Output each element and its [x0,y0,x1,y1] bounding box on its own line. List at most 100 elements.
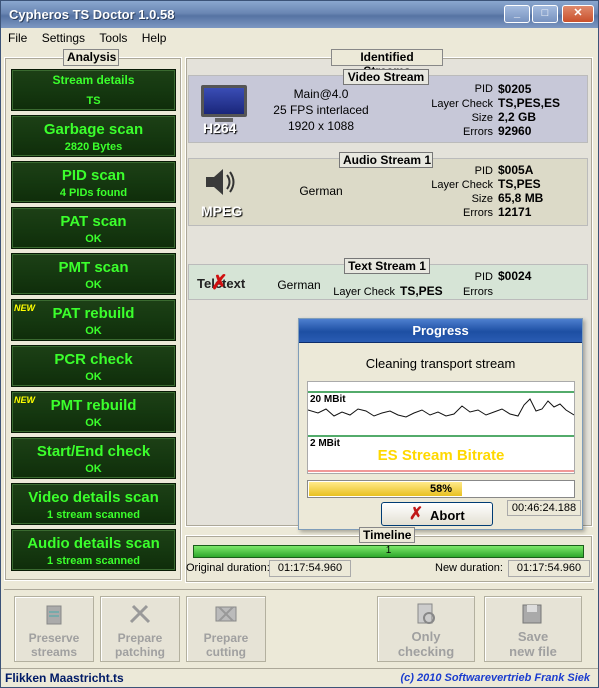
progress-bar: 58% [307,480,575,498]
progress-percent: 58% [429,483,453,495]
text-pid-label: PID [474,271,493,283]
analysis-button-title: PCR check [54,351,133,368]
original-duration-label: Original duration: [186,562,270,574]
preserve-streams-button[interactable]: Preserve streams [14,596,94,662]
bitrate-graph: 20 MBit 2 MBit ES Stream Bitrate [307,381,575,474]
analysis-button-result: TS [86,95,101,107]
audio-errors: 12171 [498,205,532,219]
analysis-button-result: OK [85,371,102,383]
video-pid-label: PID [474,83,493,95]
abort-icon: ✗ [409,504,424,523]
bitrate-line [307,398,575,418]
analysis-button[interactable]: Garbage scan 2820 Bytes [11,115,176,157]
window-title: Cypheros TS Doctor 1.0.58 [9,7,175,22]
patching-label-1: Prepare [117,631,163,645]
audio-layer-label: Layer Check [431,179,493,191]
film-cut-icon [213,602,239,626]
audio-codec: MPEG [201,203,243,219]
save-label-2: new file [509,644,557,659]
video-fps: 25 FPS interlaced [273,103,369,117]
new-duration-label: New duration: [435,562,503,574]
text-stream-panel[interactable]: Text Stream 1 Teletext ✗ German Layer Ch… [188,258,588,300]
abort-button[interactable]: ✗ Abort [381,502,493,526]
maximize-button[interactable]: □ [532,5,558,23]
preserve-label-1: Preserve [28,631,80,645]
video-errors: 92960 [498,124,532,138]
analysis-button[interactable]: Audio details scan 1 stream scanned [11,529,176,571]
analysis-button-title: Start/End check [36,443,151,460]
video-size-label: Size [471,112,493,124]
analysis-button-title: Garbage scan [43,121,144,138]
audio-size: 65,8 MB [498,191,544,205]
save-file-icon [520,602,546,626]
analysis-button[interactable]: PID scan 4 PIDs found [11,161,176,203]
prepare-patching-button[interactable]: Prepare patching [100,596,180,662]
analysis-button-result: OK [85,233,102,245]
analysis-button[interactable]: PMT scan OK [11,253,176,295]
analysis-button-title: PID scan [61,167,126,184]
progress-message: Cleaning transport stream [365,356,516,371]
video-layer: TS,PES,ES [498,96,561,110]
graph-caption: ES Stream Bitrate [377,447,505,464]
elapsed-time: 00:46:24.188 [507,500,581,516]
analysis-button-result: OK [85,279,102,291]
menu-help[interactable]: Help [138,28,171,45]
video-profile: Main@4.0 [293,87,349,101]
streams-label: Identified Streams [331,49,443,78]
analysis-button[interactable]: Stream details TS [11,69,176,111]
audio-pid: $005A [498,163,534,177]
analysis-button[interactable]: Video details scan 1 stream scanned [11,483,176,525]
cutting-label-2: cutting [206,645,246,659]
status-copyright: (c) 2010 Softwarevertrieb Frank Siek [400,672,590,684]
menu-settings[interactable]: Settings [38,28,89,45]
text-layer-label: Layer Check [333,286,395,298]
analysis-button-result: OK [85,325,102,337]
status-bar: Flikken Maastricht.ts (c) 2010 Softwarev… [1,668,598,687]
cutting-label-1: Prepare [203,631,249,645]
audio-stream-panel[interactable]: Audio Stream 1 MPEG German PID $005A Lay… [188,152,588,226]
divider [4,589,594,590]
analysis-button-result: OK [85,417,102,429]
video-stream-panel[interactable]: Video Stream H264 Main@4.0 25 FPS interl… [188,69,588,143]
menu-tools[interactable]: Tools [95,28,131,45]
save-new-file-button[interactable]: Save new file [484,596,582,662]
checking-label-2: checking [397,644,455,659]
title-bar[interactable]: Cypheros TS Doctor 1.0.58 _ □ ✕ [0,0,599,28]
video-size: 2,2 GB [498,110,537,124]
analysis-button[interactable]: PAT scan OK [11,207,176,249]
minimize-button[interactable]: _ [504,5,530,23]
original-duration: 01:17:54.960 [269,560,351,577]
analysis-button[interactable]: PCR check OK [11,345,176,387]
abort-label: Abort [430,508,465,523]
analysis-button[interactable]: Start/End check OK [11,437,176,479]
video-codec: H264 [203,120,237,136]
analysis-button-result: 1 stream scanned [47,509,140,521]
video-layer-label: Layer Check [431,98,493,110]
analysis-button-title: PMT rebuild [50,397,137,414]
menu-bar: File Settings Tools Help [0,28,599,48]
video-resolution: 1920 x 1088 [287,119,355,133]
audio-errors-label: Errors [463,207,493,219]
analysis-button-title: Audio details scan [27,535,160,552]
prepare-cutting-button[interactable]: Prepare cutting [186,596,266,662]
analysis-button-result: OK [85,463,102,475]
video-pid: $0205 [498,82,532,96]
only-checking-button[interactable]: Only checking [377,596,475,662]
analysis-button-title: PMT scan [58,259,129,276]
patching-label-2: patching [115,645,165,659]
menu-file[interactable]: File [4,28,31,45]
close-button[interactable]: ✕ [562,5,594,23]
video-errors-label: Errors [463,126,493,138]
check-document-icon [413,602,439,626]
analysis-button[interactable]: NEW PMT rebuild OK [11,391,176,433]
analysis-button-title: PAT scan [60,213,127,230]
save-label-1: Save [517,629,549,644]
progress-title: Progress [412,323,469,338]
teletext-cross-icon: ✗ [211,272,228,294]
timeline-bar[interactable]: 1 [193,545,584,558]
analysis-button[interactable]: NEW PAT rebuild OK [11,299,176,341]
analysis-button-title: Stream details [52,73,135,87]
monitor-icon [201,85,247,117]
text-pid: $0024 [498,269,532,283]
progress-dialog: Progress Cleaning transport stream 20 MB… [298,318,583,530]
